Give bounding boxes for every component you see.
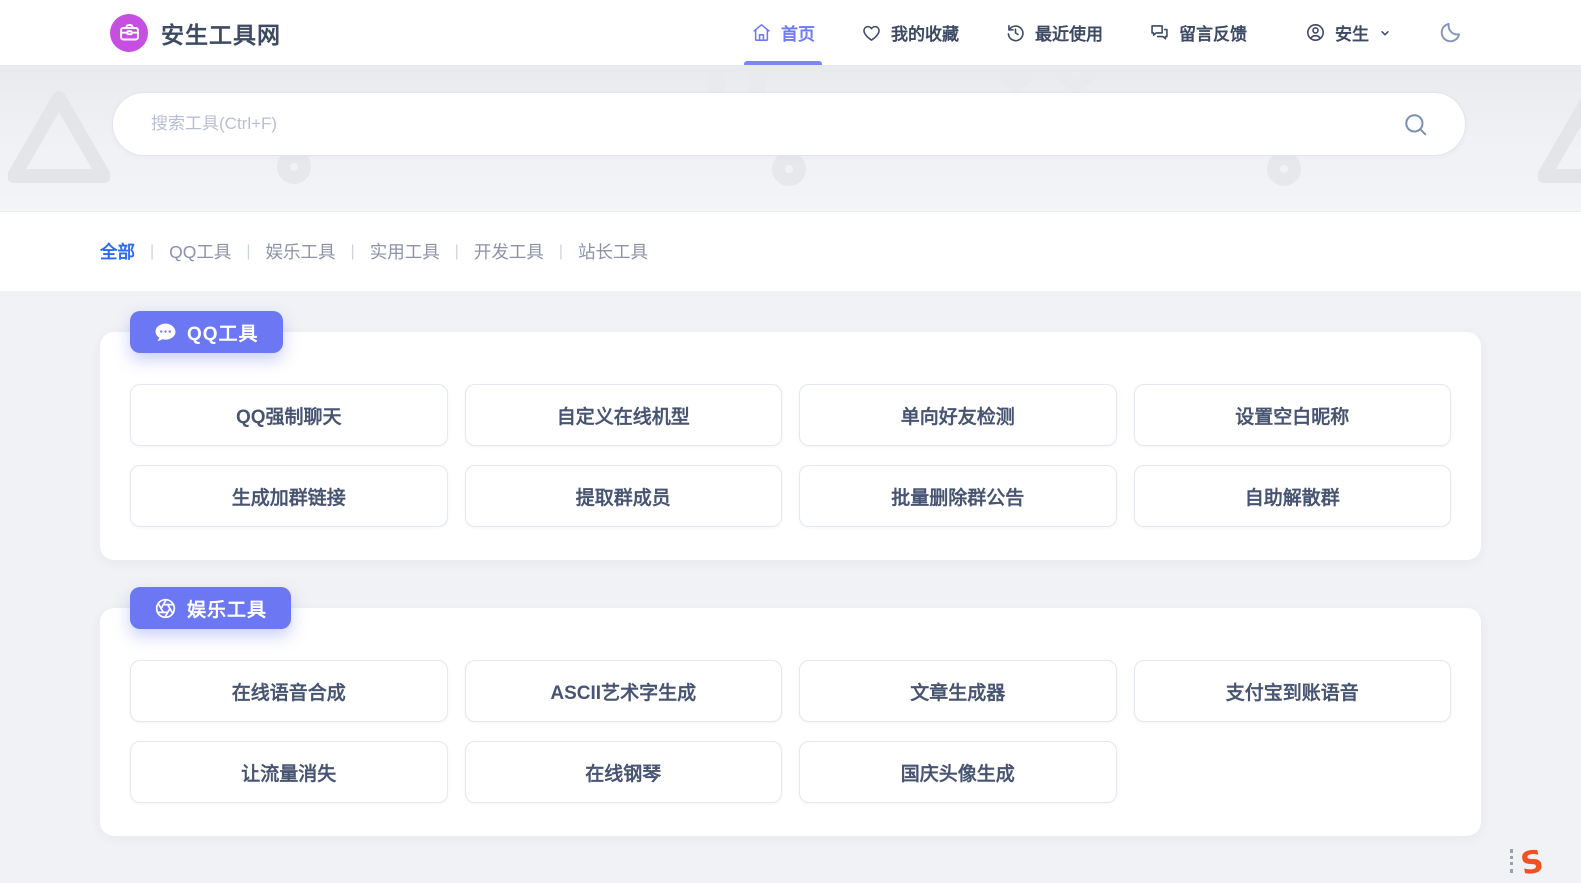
tool-grid: 在线语音合成 ASCII艺术字生成 文章生成器 支付宝到账语音让流量消失 在线钢琴 国庆头… — [130, 660, 1451, 803]
history-icon — [1005, 22, 1026, 43]
username: 安生 — [1335, 25, 1369, 44]
filter-entertainment-tools[interactable]: 娱乐工具 — [266, 239, 336, 264]
tool-button[interactable]: 自助解散群 — [1133, 465, 1451, 527]
moon-icon — [1438, 20, 1463, 45]
heart-icon — [861, 22, 882, 43]
user-icon — [1305, 22, 1326, 43]
tool-button[interactable]: 国庆头像生成 — [799, 741, 1117, 803]
section-badge-qq-tools: QQ工具 — [130, 311, 283, 353]
tool-button[interactable]: 文章生成器 — [799, 660, 1117, 722]
search-bar — [112, 92, 1466, 156]
nav-label: 我的收藏 — [891, 25, 959, 44]
section-title: 娱乐工具 — [187, 599, 268, 621]
decorative-triangle — [1538, 97, 1581, 183]
decorative-ring — [772, 152, 806, 186]
chat-bubble-icon — [154, 321, 177, 344]
chevron-down-icon — [1378, 26, 1392, 40]
filter-separator: | — [150, 242, 155, 260]
screenshot-watermark: S — [1509, 843, 1546, 883]
tool-button[interactable]: 提取群成员 — [464, 465, 782, 527]
tool-button[interactable]: QQ强制聊天 — [130, 384, 448, 446]
tool-button[interactable]: 让流量消失 — [130, 741, 448, 803]
search-input[interactable] — [149, 113, 1402, 135]
section-card-entertainment-tools: 娱乐工具在线语音合成 ASCII艺术字生成 文章生成器 支付宝到账语音让流量消失 在线钢… — [100, 587, 1481, 836]
filter-dev-tools[interactable]: 开发工具 — [474, 239, 544, 264]
theme-toggle[interactable] — [1438, 0, 1463, 65]
nav-label: 留言反馈 — [1179, 25, 1247, 44]
aperture-icon — [154, 597, 177, 620]
tool-button[interactable]: 设置空白昵称 — [1133, 384, 1451, 446]
tools-main: QQ工具 QQ强制聊天 自定义在线机型 单向好友检测 设置空白昵称生成加群链接 提取群成员… — [0, 311, 1581, 836]
feedback-icon — [1149, 22, 1170, 43]
toolbox-logo-icon — [110, 13, 148, 52]
filter-separator: | — [558, 242, 564, 260]
filter-qq-tools[interactable]: QQ工具 — [169, 239, 231, 264]
tool-button[interactable]: 批量删除群公告 — [799, 465, 1117, 527]
tool-grid: QQ强制聊天 自定义在线机型 单向好友检测 设置空白昵称生成加群链接 提取群成员 批量删除… — [130, 384, 1451, 527]
watermark-dots — [1509, 849, 1513, 873]
home-icon — [751, 22, 772, 43]
tool-button[interactable]: 支付宝到账语音 — [1133, 660, 1451, 722]
filter-webmaster-tools[interactable]: 站长工具 — [578, 239, 648, 264]
section-card-qq-tools: QQ工具 QQ强制聊天 自定义在线机型 单向好友检测 设置空白昵称生成加群链接 提取群成员… — [100, 311, 1481, 560]
category-filter-bar: 全部 | QQ工具 | 娱乐工具 | 实用工具 | 开发工具 | 站长工具 — [0, 211, 1581, 291]
active-nav-indicator — [744, 61, 822, 65]
filter-utility-tools[interactable]: 实用工具 — [370, 239, 440, 264]
nav-item-recent[interactable]: 最近使用 — [1005, 0, 1103, 65]
filter-separator: | — [350, 242, 355, 260]
tool-button[interactable]: 单向好友检测 — [799, 384, 1117, 446]
tool-button[interactable]: 在线钢琴 — [464, 741, 782, 803]
section-badge-entertainment-tools: 娱乐工具 — [130, 587, 292, 629]
tool-button[interactable]: 在线语音合成 — [130, 660, 448, 722]
decorative-ring — [1267, 152, 1301, 186]
watermark-logo: S — [1517, 843, 1546, 883]
nav-item-home[interactable]: 首页 — [744, 0, 822, 65]
tool-button[interactable]: ASCII艺术字生成 — [464, 660, 782, 722]
tool-button[interactable]: 生成加群链接 — [130, 465, 448, 527]
decorative-zigzag — [982, 66, 1110, 93]
filter-separator: | — [246, 242, 251, 260]
nav-item-feedback[interactable]: 留言反馈 — [1149, 0, 1247, 65]
nav-label: 首页 — [781, 25, 815, 44]
top-navbar: 安生工具网 首页 我的收藏 最近使用 留言反馈 安生 — [0, 0, 1581, 66]
tool-button[interactable]: 自定义在线机型 — [464, 384, 782, 446]
decorative-triangle — [8, 91, 110, 183]
nav-menu: 首页 我的收藏 最近使用 留言反馈 安生 — [744, 0, 1463, 65]
filter-all[interactable]: 全部 — [100, 239, 135, 264]
section-title: QQ工具 — [187, 323, 259, 345]
hero-search-section — [0, 66, 1581, 211]
brand[interactable]: 安生工具网 — [110, 13, 281, 52]
nav-item-favorites[interactable]: 我的收藏 — [861, 0, 959, 65]
filter-separator: | — [454, 242, 459, 260]
search-icon[interactable] — [1402, 111, 1429, 138]
user-menu[interactable]: 安生 — [1305, 0, 1392, 65]
nav-label: 最近使用 — [1035, 25, 1103, 44]
site-title: 安生工具网 — [161, 21, 281, 48]
